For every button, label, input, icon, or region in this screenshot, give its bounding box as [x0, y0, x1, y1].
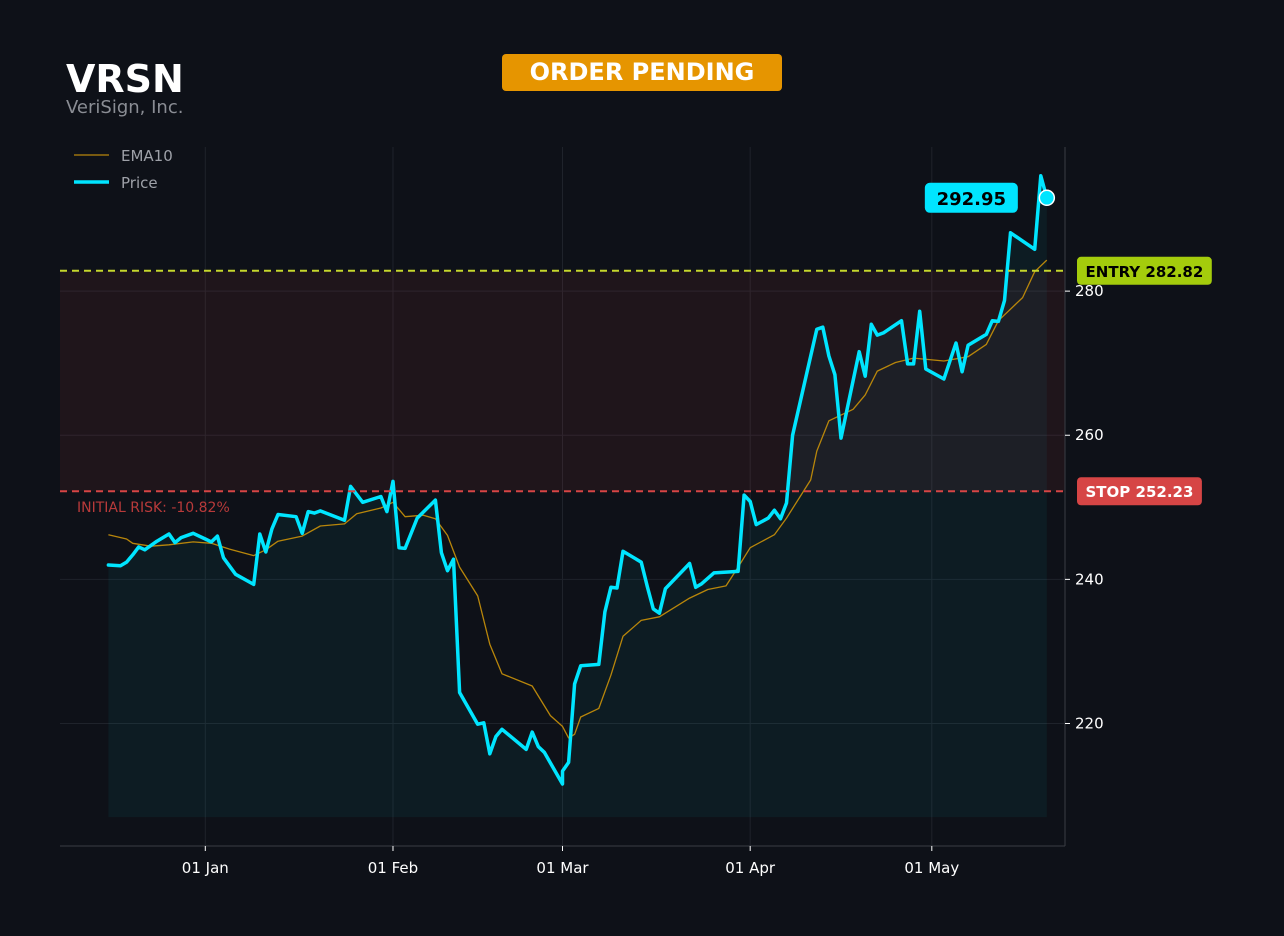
- y-tick-label: 240: [1075, 570, 1104, 588]
- status-badge: ORDER PENDING: [502, 54, 782, 91]
- chart-canvas: VRSN VeriSign, Inc. ORDER PENDING 01 Jan…: [60, 54, 1212, 877]
- legend-label: Price: [121, 174, 158, 192]
- stop-tag-label: STOP 252.23: [1086, 483, 1194, 501]
- x-tick-label: 01 May: [904, 859, 959, 877]
- x-tick-label: 01 Jan: [182, 859, 229, 877]
- legend-label: EMA10: [121, 147, 173, 165]
- initial-risk-label: INITIAL RISK: -10.82%: [77, 500, 230, 516]
- x-tick-label: 01 Apr: [725, 859, 776, 877]
- y-tick-label: 280: [1075, 282, 1104, 300]
- x-tick-label: 01 Mar: [536, 859, 589, 877]
- company-name: VeriSign, Inc.: [66, 97, 183, 118]
- x-tick-label: 01 Feb: [368, 859, 418, 877]
- ticker-symbol: VRSN: [66, 57, 184, 101]
- y-tick-label: 260: [1075, 426, 1104, 444]
- legend: EMA10 Price: [74, 147, 173, 192]
- last-price-label: 292.95: [937, 189, 1006, 210]
- y-tick-label: 220: [1075, 714, 1104, 732]
- entry-tag-label: ENTRY 282.82: [1086, 263, 1204, 281]
- last-price-marker: [1038, 189, 1056, 207]
- status-badge-label: ORDER PENDING: [530, 58, 755, 86]
